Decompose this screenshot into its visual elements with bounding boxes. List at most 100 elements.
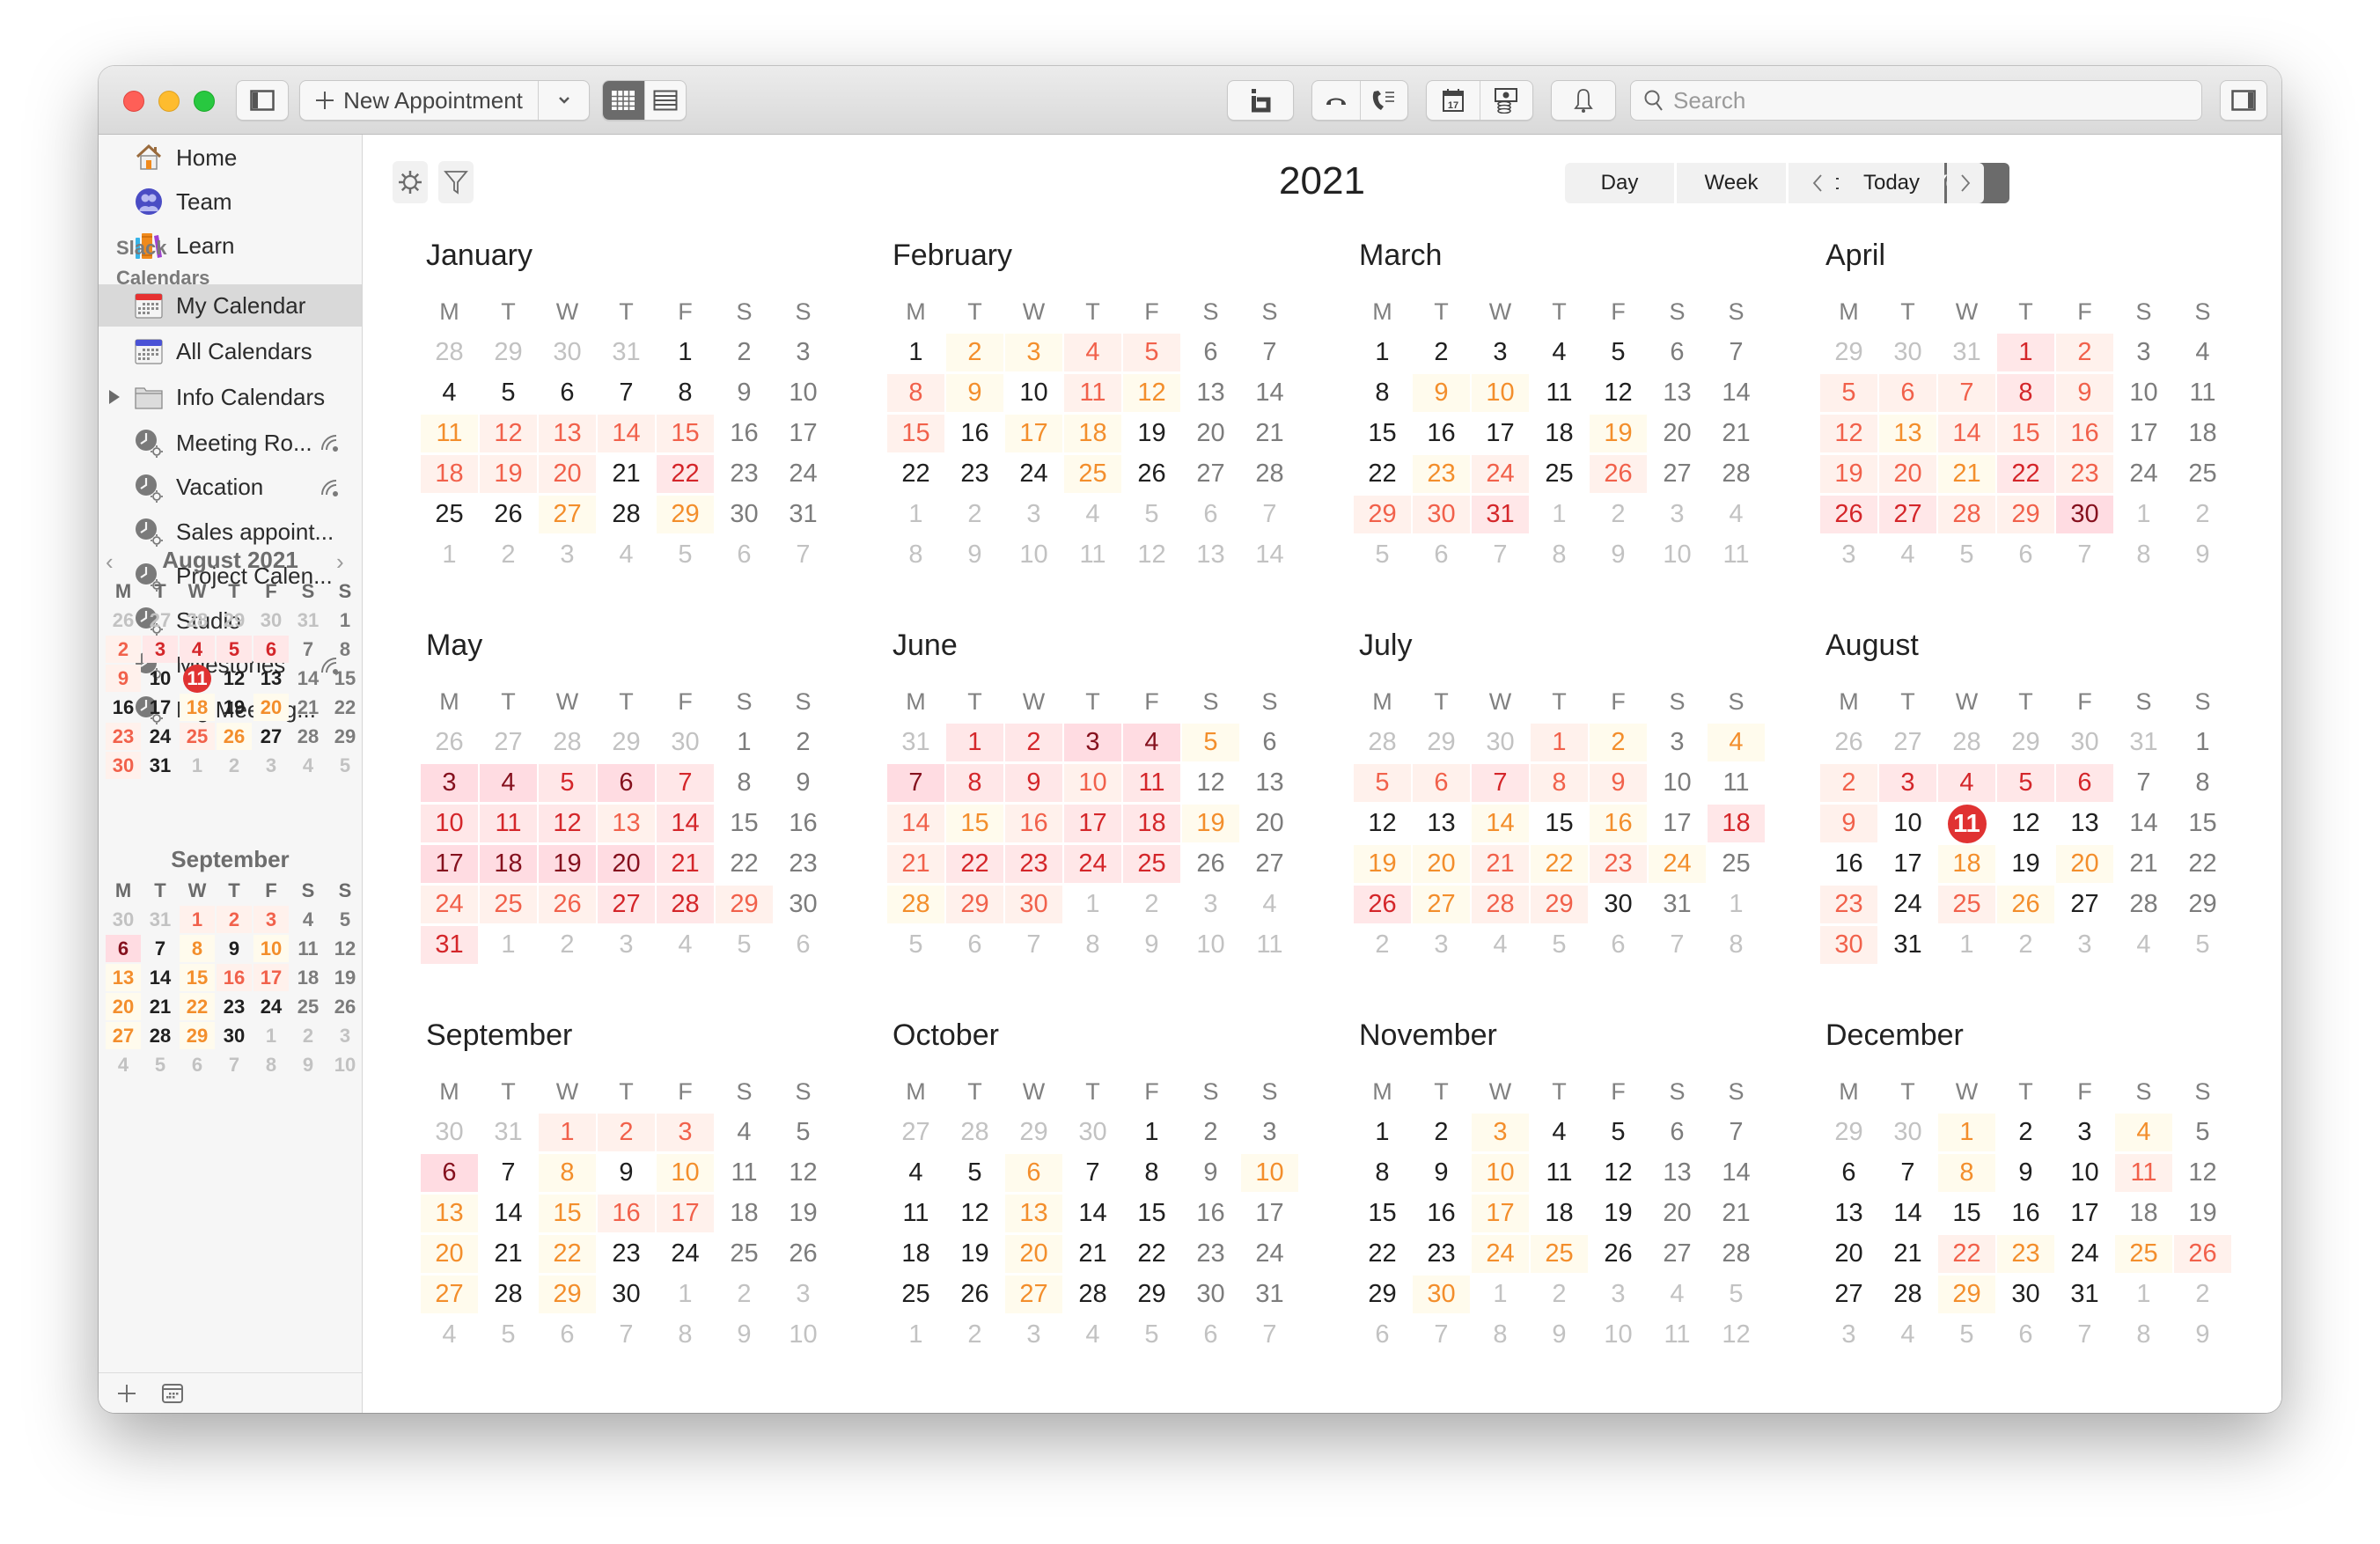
day-cell-outside-month[interactable]: 28 [1938,724,1995,761]
day-cell-outside-month[interactable]: 2 [1354,926,1411,964]
day-cell-busy[interactable]: 1 [946,723,1003,761]
day-cell-outside-month[interactable]: 5 [887,926,944,964]
day-cell-busy[interactable]: 21 [1472,844,1529,883]
day-cell[interactable]: 22 [716,845,773,883]
day-cell-busy[interactable]: 3 [1472,1113,1529,1151]
mini-next-month-button[interactable]: › [336,548,344,576]
day-cell[interactable]: 17 [1241,1195,1298,1232]
day-cell[interactable]: 13 [1413,805,1470,842]
day-cell[interactable]: 11 [716,1154,773,1192]
day-cell-busy[interactable]: 30 [106,752,141,779]
day-cell[interactable]: 14 [1879,1195,1936,1232]
day-cell[interactable]: 21 [290,694,326,721]
day-cell-outside-month[interactable]: 5 [2174,926,2231,964]
day-cell[interactable]: 16 [1182,1195,1239,1232]
day-cell[interactable]: 3 [775,334,832,371]
day-cell[interactable]: 6 [1182,334,1239,371]
day-cell-outside-month[interactable]: 3 [539,536,596,574]
day-cell[interactable]: 25 [421,496,478,533]
day-cell[interactable]: 16 [775,805,832,842]
day-cell[interactable]: 10 [2115,374,2172,412]
day-cell-busy[interactable]: 15 [657,414,714,452]
day-cell[interactable]: 2 [1413,334,1470,371]
day-cell-busy[interactable]: 4 [1938,763,1995,802]
day-cell-outside-month[interactable]: 5 [716,926,773,964]
day-cell-outside-month[interactable]: 8 [657,1316,714,1354]
day-cell-outside-month[interactable]: 2 [1590,496,1647,533]
day-cell-outside-month[interactable]: 6 [1997,1316,2054,1354]
day-cell-outside-month[interactable]: 3 [1005,1316,1062,1354]
day-cell-outside-month[interactable]: 3 [1413,926,1470,964]
day-cell[interactable]: 24 [775,455,832,493]
day-cell[interactable]: 18 [1531,415,1588,452]
day-cell[interactable]: 15 [1938,1195,1995,1232]
billing-button[interactable] [1479,81,1532,120]
day-cell-outside-month[interactable]: 2 [480,536,537,574]
day-cell-outside-month[interactable]: 5 [1123,1316,1180,1354]
day-cell-outside-month[interactable]: 2 [946,496,1003,533]
day-cell-busy[interactable]: 24 [1472,454,1529,493]
day-cell[interactable]: 28 [143,1022,178,1049]
day-cell-busy[interactable]: 29 [946,885,1003,923]
day-cell-outside-month[interactable]: 8 [887,536,944,574]
day-cell-busy[interactable]: 6 [421,1153,478,1192]
day-cell[interactable]: 24 [1241,1235,1298,1273]
day-cell-busy[interactable]: 19 [1182,804,1239,842]
day-cell-busy[interactable]: 1 [180,906,215,933]
day-cell-busy[interactable]: 10 [1472,373,1529,412]
day-cell[interactable]: 20 [1649,415,1706,452]
day-cell-busy[interactable]: 2 [2056,333,2113,371]
day-cell-busy[interactable]: 18 [480,844,537,883]
day-cell-outside-month[interactable]: 26 [106,607,141,634]
day-cell-busy[interactable]: 19 [480,454,537,493]
day-cell[interactable]: 16 [106,694,141,721]
day-cell-outside-month[interactable]: 7 [775,536,832,574]
day-cell-busy[interactable]: 2 [598,1113,655,1151]
day-cell[interactable]: 24 [143,723,178,750]
day-cell-busy[interactable]: 14 [657,804,714,842]
day-cell-busy[interactable]: 25 [180,723,215,750]
day-cell[interactable]: 13 [1649,1154,1706,1192]
view-week-button[interactable]: Week [1677,163,1786,203]
day-cell[interactable]: 19 [1123,415,1180,452]
day-cell-busy[interactable]: 8 [1531,763,1588,802]
day-cell[interactable]: 5 [327,906,363,933]
day-cell-busy[interactable]: 6 [106,935,141,962]
day-cell[interactable]: 15 [1354,415,1411,452]
view-day-button[interactable]: Day [1565,163,1674,203]
day-cell-busy[interactable]: 20 [1005,1234,1062,1273]
day-cell-busy[interactable]: 27 [539,495,596,533]
day-cell[interactable]: 10 [775,374,832,412]
day-cell-outside-month[interactable]: 6 [716,536,773,574]
day-cell[interactable]: 2 [775,724,832,761]
day-cell[interactable]: 26 [1182,845,1239,883]
day-cell-outside-month[interactable]: 5 [1708,1276,1765,1313]
day-cell-busy[interactable]: 8 [1997,373,2054,412]
day-cell-busy[interactable]: 16 [598,1194,655,1232]
day-cell-outside-month[interactable]: 2 [2174,496,2231,533]
day-cell-outside-month[interactable]: 14 [1241,536,1298,574]
day-cell-outside-month[interactable]: 1 [1708,886,1765,923]
toggle-sidebar-button[interactable] [236,80,289,121]
settings-button[interactable] [393,161,428,203]
day-cell-busy[interactable]: 9 [946,373,1003,412]
day-cell-outside-month[interactable]: 10 [327,1051,363,1078]
day-cell-busy[interactable]: 24 [1472,1234,1529,1273]
day-cell-busy[interactable]: 22 [1997,454,2054,493]
day-cell[interactable]: 24 [1879,886,1936,923]
day-cell-busy[interactable]: 14 [1472,804,1529,842]
day-cell-outside-month[interactable]: 4 [1649,1276,1706,1313]
day-cell-busy[interactable]: 22 [1531,844,1588,883]
day-cell[interactable]: 18 [887,1235,944,1273]
day-cell[interactable]: 9 [716,374,773,412]
day-cell-busy[interactable]: 5 [1123,333,1180,371]
day-cell[interactable]: 28 [2115,886,2172,923]
toggle-inspector-button[interactable] [2220,80,2267,121]
day-cell[interactable]: 15 [1354,1195,1411,1232]
day-cell-outside-month[interactable]: 31 [1938,334,1995,371]
day-cell-busy[interactable]: 11 [2115,1153,2172,1192]
day-cell-busy[interactable]: 4 [2115,1113,2172,1151]
day-cell-outside-month[interactable]: 29 [480,334,537,371]
day-cell-busy[interactable]: 4 [1064,333,1121,371]
day-cell-outside-month[interactable]: 7 [1005,926,1062,964]
